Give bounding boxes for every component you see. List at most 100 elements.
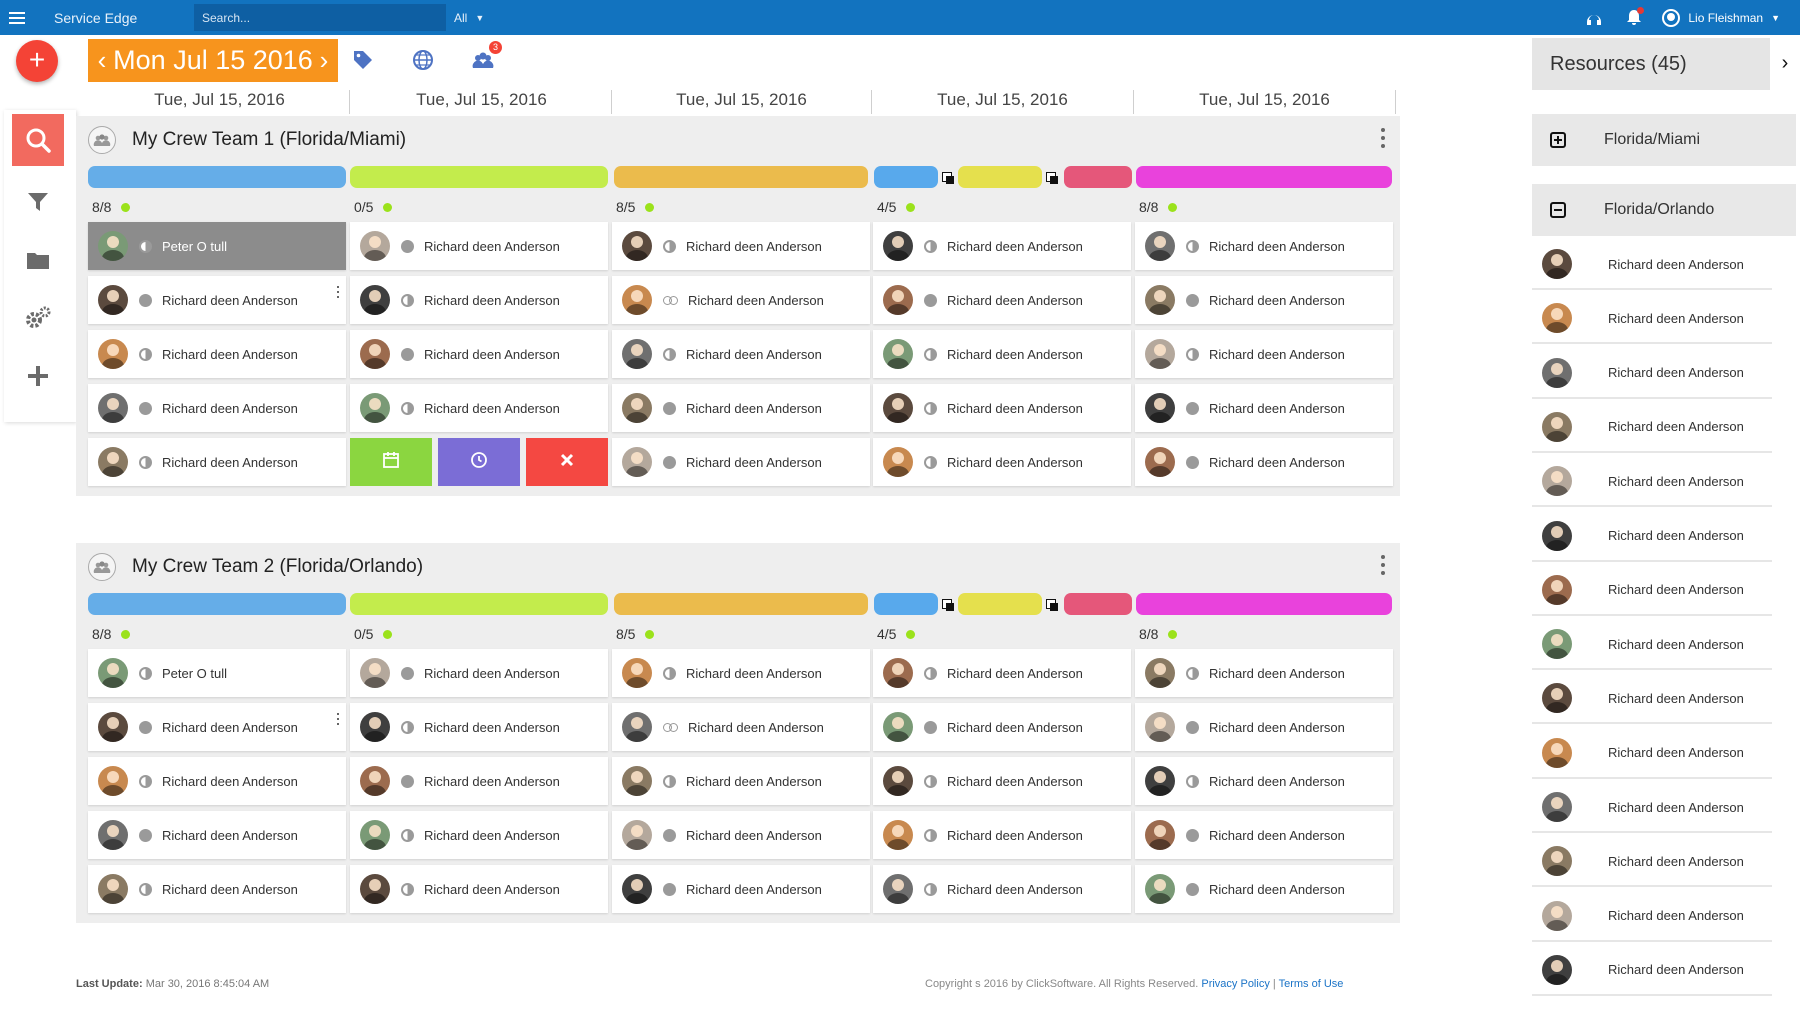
search-input[interactable] — [202, 10, 446, 25]
resource-item[interactable]: Richard deen Anderson — [1532, 565, 1772, 616]
resource-item[interactable]: Richard deen Anderson — [1532, 945, 1772, 996]
crew-member-cell[interactable]: Richard deen Anderson — [1135, 703, 1393, 751]
crew-member-cell[interactable]: Richard deen Anderson — [612, 649, 870, 697]
resource-item[interactable]: Richard deen Anderson — [1532, 783, 1772, 833]
crew-member-cell[interactable]: Richard deen Anderson — [873, 865, 1131, 913]
schedule-bar[interactable] — [350, 166, 608, 188]
cell-menu-icon[interactable] — [336, 713, 340, 727]
crew-member-cell[interactable]: Richard deen Anderson — [350, 757, 608, 805]
schedule-bar[interactable] — [350, 593, 608, 615]
crew-member-cell[interactable]: Richard deen Anderson — [873, 330, 1131, 378]
crew-member-cell[interactable]: Richard deen Anderson — [873, 757, 1131, 805]
privacy-policy-link[interactable]: Privacy Policy — [1201, 978, 1269, 990]
crew-member-cell[interactable]: Richard deen Anderson — [612, 276, 870, 324]
menu-icon[interactable] — [0, 0, 34, 35]
add-button[interactable]: + — [16, 40, 58, 82]
schedule-bar[interactable] — [874, 166, 938, 188]
schedule-bar[interactable] — [88, 593, 346, 615]
crew-member-cell[interactable]: Richard deen Anderson — [350, 811, 608, 859]
crew-member-cell[interactable]: Richard deen Anderson — [350, 865, 608, 913]
crew-member-cell[interactable]: Richard deen Anderson — [612, 703, 870, 751]
crew-member-cell[interactable]: Peter O tull — [88, 649, 346, 697]
schedule-bar[interactable] — [614, 166, 868, 188]
crew-member-cell[interactable]: Richard deen Anderson — [350, 276, 608, 324]
globe-icon[interactable] — [410, 47, 436, 73]
schedule-bar[interactable] — [958, 166, 1042, 188]
headset-icon[interactable] — [1574, 0, 1614, 35]
schedule-bar[interactable] — [1136, 593, 1392, 615]
crew-member-cell[interactable]: Richard deen Anderson — [873, 222, 1131, 270]
crew-member-cell[interactable]: Richard deen Anderson — [1135, 757, 1393, 805]
resource-item[interactable]: Richard deen Anderson — [1532, 511, 1772, 562]
calendar-action-button[interactable] — [350, 438, 432, 486]
crew-member-cell[interactable]: Richard deen Anderson — [88, 865, 346, 913]
resource-item[interactable]: Richard deen Anderson — [1532, 674, 1772, 725]
crew-member-cell[interactable]: Richard deen Anderson — [873, 703, 1131, 751]
crew-menu-icon[interactable] — [1380, 555, 1386, 579]
link-icon[interactable] — [1046, 599, 1058, 611]
crew-member-cell[interactable]: Richard deen Anderson — [350, 330, 608, 378]
resource-item[interactable]: Richard deen Anderson — [1532, 240, 1772, 290]
crew-member-cell[interactable]: Richard deen Anderson — [88, 330, 346, 378]
crew-member-cell[interactable]: Richard deen Anderson — [612, 438, 870, 486]
crew-member-cell[interactable]: Richard deen Anderson — [1135, 276, 1393, 324]
resource-item[interactable]: Richard deen Anderson — [1532, 728, 1772, 779]
crew-member-cell[interactable]: Richard deen Anderson — [88, 384, 346, 432]
schedule-bar[interactable] — [88, 166, 346, 188]
crew-member-cell[interactable]: Richard deen Anderson — [350, 222, 608, 270]
crew-member-cell[interactable]: Richard deen Anderson — [88, 757, 346, 805]
crew-member-cell[interactable]: Richard deen Anderson — [873, 276, 1131, 324]
crew-member-cell[interactable]: Richard deen Anderson — [1135, 384, 1393, 432]
region-florida-orlando[interactable]: Florida/Orlando — [1532, 184, 1796, 236]
crew-member-cell[interactable]: Richard deen Anderson — [612, 757, 870, 805]
crew-member-cell[interactable]: Richard deen Anderson — [873, 438, 1131, 486]
plus-icon[interactable] — [12, 350, 64, 402]
schedule-bar[interactable] — [958, 593, 1042, 615]
schedule-bar[interactable] — [874, 593, 938, 615]
crew-member-cell[interactable]: Richard deen Anderson — [1135, 438, 1393, 486]
crew-member-cell[interactable]: Richard deen Anderson — [88, 276, 346, 324]
user-menu[interactable]: Lio Fleishman ▼ — [1662, 8, 1780, 27]
resource-item[interactable]: Richard deen Anderson — [1532, 457, 1772, 508]
crew-member-cell[interactable]: Richard deen Anderson — [1135, 330, 1393, 378]
resources-toggle-button[interactable]: › — [1776, 52, 1794, 76]
prev-day-button[interactable]: ‹ — [94, 45, 110, 76]
crew-member-cell[interactable]: Peter O tull — [88, 222, 346, 270]
crew-menu-icon[interactable] — [1380, 128, 1386, 152]
crew-member-cell[interactable]: Richard deen Anderson — [1135, 649, 1393, 697]
crew-member-cell[interactable]: Richard deen Anderson — [88, 703, 346, 751]
region-florida-miami[interactable]: Florida/Miami — [1532, 114, 1796, 166]
clock-action-button[interactable] — [438, 438, 520, 486]
crew-member-cell[interactable]: Richard deen Anderson — [873, 649, 1131, 697]
cell-menu-icon[interactable] — [336, 286, 340, 300]
resource-item[interactable]: Richard deen Anderson — [1532, 891, 1772, 942]
crew-member-cell[interactable]: Richard deen Anderson — [350, 649, 608, 697]
schedule-bar[interactable] — [1064, 166, 1132, 188]
close-action-button[interactable] — [526, 438, 608, 486]
terms-of-use-link[interactable]: Terms of Use — [1279, 978, 1344, 990]
crew-member-cell[interactable]: Richard deen Anderson — [350, 384, 608, 432]
crew-member-cell[interactable]: Richard deen Anderson — [612, 222, 870, 270]
next-day-button[interactable]: › — [316, 45, 332, 76]
link-icon[interactable] — [1046, 172, 1058, 184]
crew-member-cell[interactable]: Richard deen Anderson — [612, 865, 870, 913]
tag-icon[interactable] — [350, 47, 376, 73]
crew-member-cell[interactable]: Richard deen Anderson — [350, 703, 608, 751]
folder-icon[interactable] — [12, 234, 64, 286]
crew-member-cell[interactable]: Richard deen Anderson — [1135, 865, 1393, 913]
resource-item[interactable]: Richard deen Anderson — [1532, 402, 1772, 453]
resource-item[interactable]: Richard deen Anderson — [1532, 348, 1772, 399]
crew-member-cell[interactable]: Richard deen Anderson — [612, 384, 870, 432]
crew-member-cell[interactable]: Richard deen Anderson — [1135, 811, 1393, 859]
crew-member-cell[interactable]: Richard deen Anderson — [612, 330, 870, 378]
notification-bell-icon[interactable] — [1614, 0, 1654, 35]
settings-gears-icon[interactable] — [12, 292, 64, 344]
search-icon[interactable] — [12, 114, 64, 166]
resource-item[interactable]: Richard deen Anderson — [1532, 837, 1772, 888]
schedule-bar[interactable] — [1064, 593, 1132, 615]
crew-member-cell[interactable]: Richard deen Anderson — [873, 811, 1131, 859]
crew-member-cell[interactable]: Richard deen Anderson — [873, 384, 1131, 432]
crew-member-cell[interactable]: Richard deen Anderson — [612, 811, 870, 859]
schedule-bar[interactable] — [1136, 166, 1392, 188]
crew-member-cell[interactable]: Richard deen Anderson — [88, 438, 346, 486]
